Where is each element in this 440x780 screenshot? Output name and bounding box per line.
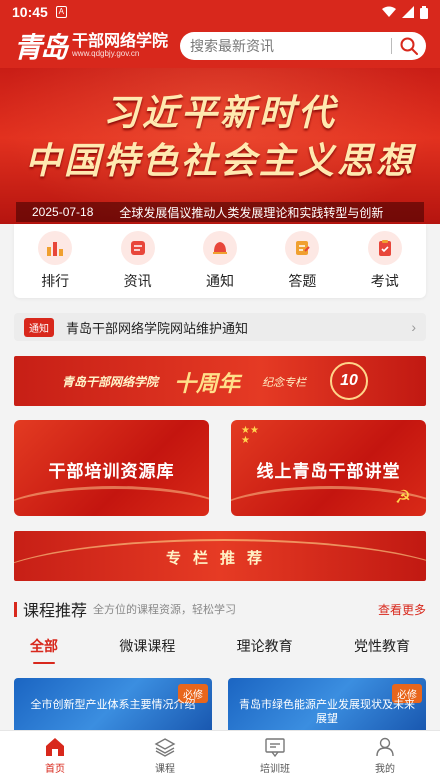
hero-title-line2: 中国特色社会主义思想 [24, 141, 415, 182]
layers-icon [154, 738, 176, 757]
news-icon [120, 231, 155, 265]
anniversary-banner[interactable]: 青岛干部网络学院 十周年 纪念专栏 10 [14, 356, 426, 406]
hero-caption[interactable]: 2025-07-18 全球发展倡议推动人类发展理论和实践转型与创新 [16, 202, 424, 222]
tab-all[interactable]: 全部 [30, 636, 58, 664]
user-icon [376, 737, 394, 757]
home-icon [46, 738, 64, 756]
bell-icon [202, 231, 237, 265]
battery-icon [420, 5, 428, 19]
column-recommend-banner[interactable]: 专栏推荐 [14, 531, 426, 581]
course-title: 全市创新型产业体系主要情况介绍 [30, 699, 196, 711]
section-accent-bar [14, 601, 17, 617]
search-input[interactable] [190, 38, 383, 54]
tab-theory[interactable]: 理论教育 [237, 636, 293, 664]
notice-text: 青岛干部网络学院网站维护通知 [66, 320, 249, 336]
notice-tag: 通知 [24, 317, 54, 337]
quick-nav-label: 通知 [205, 273, 234, 289]
logo-mark: 青岛 [14, 31, 68, 64]
section-subtitle: 全方位的课程资源，轻松学习 [93, 604, 237, 616]
status-icons [382, 5, 428, 19]
notice-bar[interactable]: 通知 青岛干部网络学院网站维护通知 › [14, 313, 426, 341]
anniversary-banner-title: 十周年 [174, 371, 241, 396]
logo-title: 干部网络学院 [72, 32, 169, 50]
course-section-header: 课程推荐 全方位的课程资源，轻松学习 查看更多 [14, 598, 426, 620]
hero-date: 2025-07-18 [32, 205, 94, 219]
bottom-nav-courses[interactable]: 课程 [130, 736, 200, 775]
course-title: 青岛市绿色能源产业发展现状及未来展望 [239, 699, 415, 725]
quick-nav-label: 考试 [370, 273, 399, 289]
quick-nav: 排行 资讯 通知 答题 考试 [14, 224, 426, 298]
tab-micro-course[interactable]: 微课课程 [119, 636, 175, 664]
view-more-link[interactable]: 查看更多 [378, 601, 426, 618]
course-tabs: 全部 微课课程 理论教育 党性教育 [14, 636, 426, 664]
online-lecture-card[interactable]: ★★ ★ 线上青岛干部讲堂 ☭ [231, 420, 426, 516]
logo: 干部网络学院 www.qdgbjy.gov.cn [72, 33, 168, 59]
sim-icon: A [55, 6, 67, 18]
stars-icon: ★★ ★ [241, 425, 259, 446]
hero-caption-text: 全球发展倡议推动人类发展理论和实践转型与创新 [119, 205, 384, 220]
search-icon[interactable] [400, 37, 418, 55]
bottom-nav-label: 课程 [155, 764, 175, 775]
course-card[interactable]: 必修 全市创新型产业体系主要情况介绍 [14, 678, 212, 734]
bottom-nav-profile[interactable]: 我的 [350, 736, 420, 775]
resource-library-label: 干部培训资源库 [48, 462, 175, 481]
course-card[interactable]: 必修 青岛市绿色能源产业发展现状及未来展望 [228, 678, 426, 734]
search-divider [391, 38, 392, 54]
tab-party-spirit[interactable]: 党性教育 [354, 636, 410, 664]
wifi-icon [382, 6, 396, 17]
quick-nav-label: 排行 [41, 273, 70, 289]
status-time: 10:45 [12, 4, 48, 20]
quick-nav-quiz[interactable]: 答题 [267, 231, 337, 291]
bottom-nav: 首页 课程 培训班 我的 [0, 730, 440, 780]
decorative-swirl [14, 486, 209, 516]
status-bar: 10:45 A [0, 0, 440, 24]
quiz-icon [285, 231, 320, 265]
resource-library-card[interactable]: 干部培训资源库 [14, 420, 209, 516]
search-bar[interactable] [180, 32, 426, 60]
quick-nav-ranking[interactable]: 排行 [20, 231, 90, 291]
signal-icon [402, 6, 414, 18]
bottom-nav-home[interactable]: 首页 [20, 736, 90, 775]
party-emblem-icon: ☭ [394, 487, 412, 507]
online-lecture-label: 线上青岛干部讲堂 [256, 462, 401, 481]
exam-icon [367, 231, 402, 265]
quick-nav-news[interactable]: 资讯 [103, 231, 173, 291]
bottom-nav-training[interactable]: 培训班 [240, 736, 310, 775]
chevron-right-icon: › [411, 319, 416, 335]
hero-title-line1: 习近平新时代 [102, 93, 337, 134]
hero-banner[interactable]: 习近平新时代 中国特色社会主义思想 2025-07-18 全球发展倡议推动人类发… [0, 68, 440, 224]
chat-board-icon [265, 738, 285, 758]
anniversary-badge: 10 [330, 362, 368, 400]
ranking-icon [38, 231, 73, 265]
bottom-nav-label: 我的 [375, 764, 395, 775]
column-recommend-label: 专栏推荐 [165, 550, 274, 567]
section-title: 课程推荐 [23, 603, 88, 620]
bottom-nav-label: 首页 [45, 764, 65, 775]
anniversary-banner-sub: 纪念专栏 [262, 377, 306, 389]
quick-nav-notice[interactable]: 通知 [185, 231, 255, 291]
quick-nav-label: 答题 [288, 273, 317, 289]
quick-nav-exam[interactable]: 考试 [350, 231, 420, 291]
bottom-nav-label: 培训班 [260, 764, 290, 775]
app-header: 青岛 干部网络学院 www.qdgbjy.gov.cn [0, 24, 440, 68]
anniversary-banner-left: 青岛干部网络学院 [62, 375, 159, 389]
quick-nav-label: 资讯 [123, 273, 152, 289]
logo-url: www.qdgbjy.gov.cn [72, 49, 140, 59]
